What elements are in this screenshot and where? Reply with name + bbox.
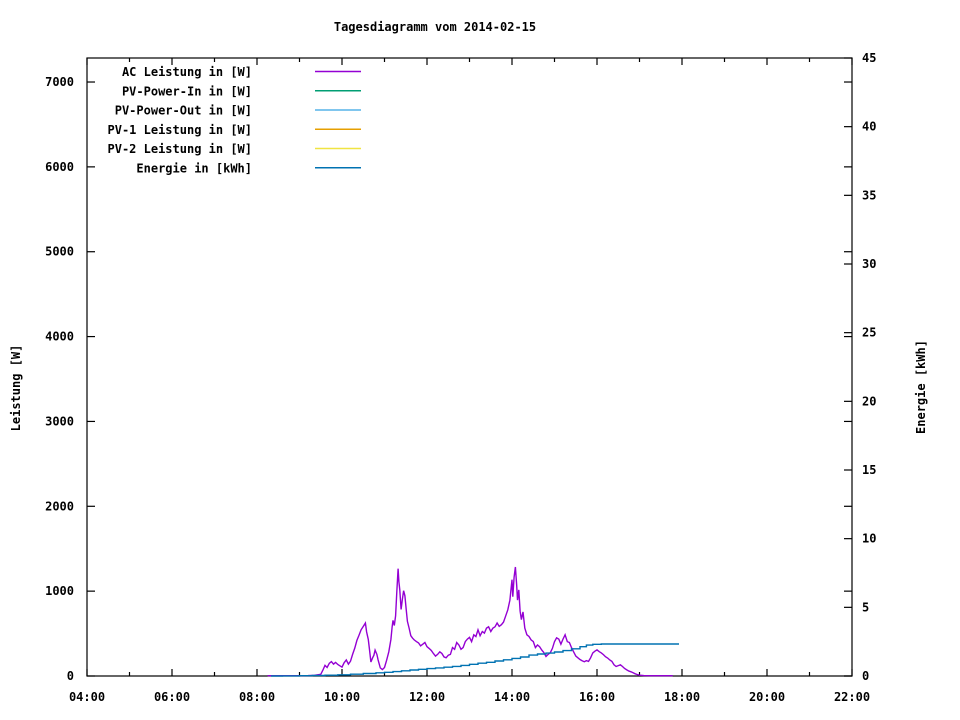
svg-text:18:00: 18:00 [664,690,700,704]
svg-text:22:00: 22:00 [834,690,870,704]
svg-text:08:00: 08:00 [239,690,275,704]
svg-text:14:00: 14:00 [494,690,530,704]
legend-label: PV-Power-Out in [W] [115,104,252,118]
svg-text:15: 15 [862,463,876,477]
plot-area: 04:00 06:00 08:00 10:00 12:00 14:00 16:00 18:00… [45,51,876,704]
legend-label: PV-2 Leistung in [W] [108,142,253,156]
legend-label: Energie in [kWh] [136,161,252,175]
svg-text:45: 45 [862,51,876,65]
svg-text:0: 0 [862,669,869,683]
svg-text:20:00: 20:00 [749,690,785,704]
series-energie [271,643,679,677]
svg-text:04:00: 04:00 [69,690,105,704]
y2-axis-ticks: 0 5 10 15 20 25 30 35 40 45 [844,51,876,683]
svg-text:2000: 2000 [45,499,74,513]
svg-text:12:00: 12:00 [409,690,445,704]
svg-text:1000: 1000 [45,584,74,598]
svg-text:10:00: 10:00 [324,690,360,704]
legend-label: PV-Power-In in [W] [122,84,252,98]
svg-text:5: 5 [862,600,869,614]
svg-text:35: 35 [862,188,876,202]
svg-text:25: 25 [862,326,876,340]
legend-label: PV-1 Leistung in [W] [108,123,253,137]
legend-label: AC Leistung in [W] [122,65,252,79]
svg-text:0: 0 [67,669,74,683]
series-leistung [267,566,673,677]
svg-text:6000: 6000 [45,160,74,174]
series-curves [267,566,679,677]
svg-text:20: 20 [862,394,876,408]
svg-text:5000: 5000 [45,245,74,259]
svg-text:30: 30 [862,257,876,271]
legend: AC Leistung in [W] PV-Power-In in [W] PV-P… [108,65,361,175]
svg-text:7000: 7000 [45,75,74,89]
svg-text:3000: 3000 [45,414,74,428]
chart-container: Tagesdiagramm vom 2014-02-15 Leistung [W… [0,0,960,720]
svg-text:40: 40 [862,120,876,134]
svg-text:06:00: 06:00 [154,690,190,704]
svg-text:10: 10 [862,532,876,546]
svg-text:4000: 4000 [45,330,74,344]
svg-text:16:00: 16:00 [579,690,615,704]
